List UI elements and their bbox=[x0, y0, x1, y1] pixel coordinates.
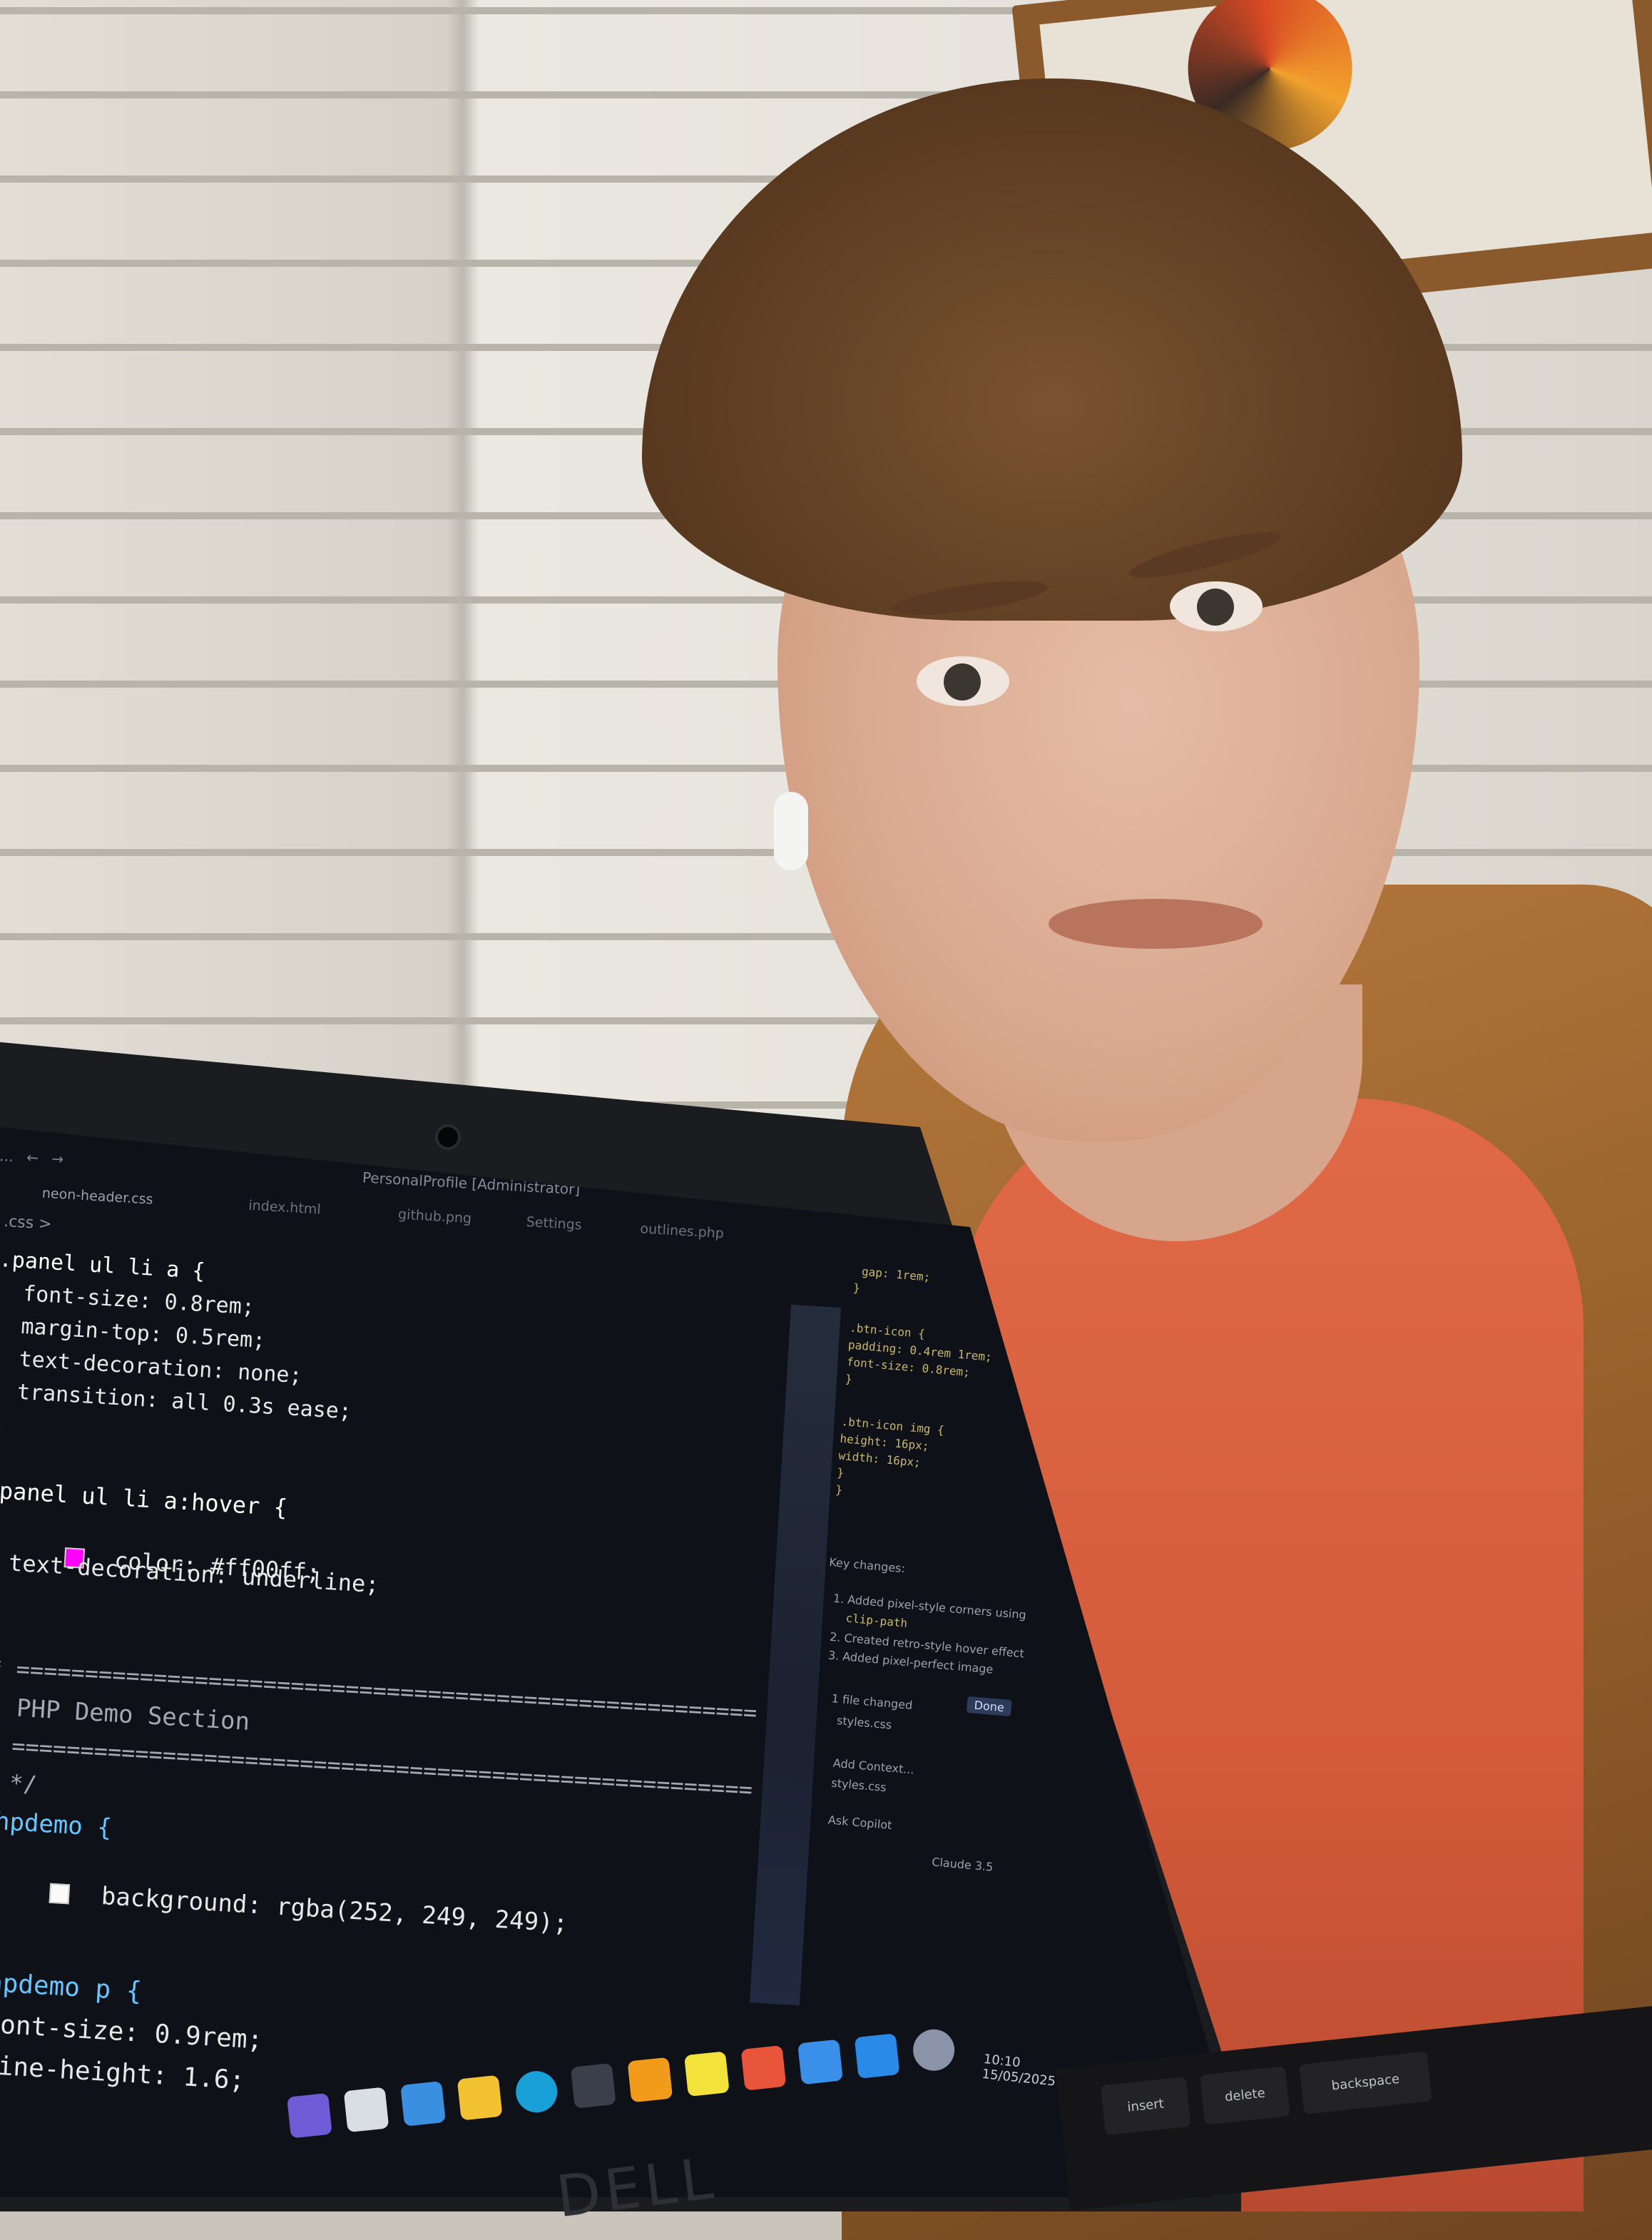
code-comment: PHP Demo Section bbox=[15, 1694, 251, 1736]
chat-code-line: } bbox=[836, 1465, 845, 1480]
code-line: font-size: 0.9rem; bbox=[0, 2009, 264, 2055]
tab-neon-header[interactable]: neon-header.css bbox=[41, 1186, 153, 1208]
ai-app-icon[interactable] bbox=[797, 2039, 843, 2085]
key-delete[interactable]: delete bbox=[1200, 2066, 1290, 2125]
app-icon[interactable] bbox=[740, 2045, 787, 2091]
left-eye bbox=[917, 656, 1009, 706]
key-insert[interactable]: insert bbox=[1100, 2077, 1191, 2136]
nav-controls[interactable]: … ← → bbox=[0, 1147, 68, 1168]
sublime-icon[interactable] bbox=[627, 2057, 673, 2103]
code-line: line-height: 1.6; bbox=[0, 2050, 246, 2096]
breadcrumb[interactable]: .css > bbox=[4, 1213, 53, 1233]
webcam bbox=[435, 1124, 461, 1150]
code-line: .panel ul li a:hover { bbox=[0, 1476, 289, 1522]
settings-icon[interactable] bbox=[911, 2027, 957, 2073]
chat-code-line: gap: 1rem; bbox=[861, 1264, 931, 1284]
tab-github-png[interactable]: github.png bbox=[397, 1206, 471, 1226]
taskbar bbox=[285, 2008, 1003, 2161]
code-line: .panel ul li a { bbox=[0, 1247, 206, 1285]
files-icon[interactable] bbox=[343, 2087, 389, 2133]
chat-code-line: } bbox=[852, 1281, 861, 1295]
change-item: clip-path bbox=[845, 1611, 908, 1630]
store-icon[interactable] bbox=[400, 2081, 446, 2127]
model-selector[interactable]: Claude 3.5 bbox=[932, 1855, 994, 1873]
tab-settings[interactable]: Settings bbox=[526, 1214, 582, 1233]
chat-code-line: .btn-icon { bbox=[849, 1320, 926, 1341]
widgets-icon[interactable] bbox=[287, 2092, 332, 2139]
ask-copilot-input[interactable]: Ask Copilot bbox=[827, 1813, 892, 1832]
right-eye bbox=[1170, 581, 1263, 631]
code-comment: */ bbox=[9, 1769, 38, 1798]
terminal-icon[interactable] bbox=[570, 2063, 616, 2109]
code-line: #phpdemo { bbox=[0, 1805, 113, 1843]
context-file-chip[interactable]: styles.css bbox=[831, 1776, 887, 1795]
earbud bbox=[774, 792, 808, 870]
chat-code-line: } bbox=[845, 1372, 853, 1386]
edge-icon[interactable] bbox=[514, 2069, 560, 2115]
code-line: background: rgba(252, 249, 249); bbox=[71, 1880, 569, 1938]
tab-outlines-php[interactable]: outlines.php bbox=[640, 1221, 725, 1241]
key-changes-heading: Key changes: bbox=[828, 1555, 906, 1576]
done-button[interactable]: Done bbox=[966, 1696, 1012, 1717]
code-line-color: background: rgba(252, 249, 249); bbox=[0, 1846, 570, 1967]
changed-file[interactable]: styles.css bbox=[836, 1714, 892, 1732]
mouth bbox=[1049, 899, 1263, 949]
code-line: } bbox=[0, 1410, 4, 1437]
hair bbox=[642, 78, 1462, 621]
vscode-icon[interactable] bbox=[854, 2033, 900, 2079]
code-comment: ========================================… bbox=[0, 1729, 753, 1803]
key-backspace[interactable]: backspace bbox=[1299, 2051, 1432, 2114]
chat-code-line: width: 16px; bbox=[837, 1448, 922, 1470]
notes-icon[interactable] bbox=[684, 2051, 730, 2097]
folder-icon[interactable] bbox=[457, 2074, 503, 2121]
files-changed-label: 1 file changed bbox=[831, 1691, 914, 1713]
color-swatch-white[interactable] bbox=[49, 1883, 71, 1905]
chat-code-line: } bbox=[835, 1482, 843, 1497]
tab-index-html[interactable]: index.html bbox=[248, 1198, 321, 1218]
code-line: font-size: 0.8rem; bbox=[0, 1279, 255, 1320]
add-context-button[interactable]: Add Context... bbox=[832, 1756, 914, 1777]
code-line: #phpdemo p { bbox=[0, 1966, 143, 2007]
